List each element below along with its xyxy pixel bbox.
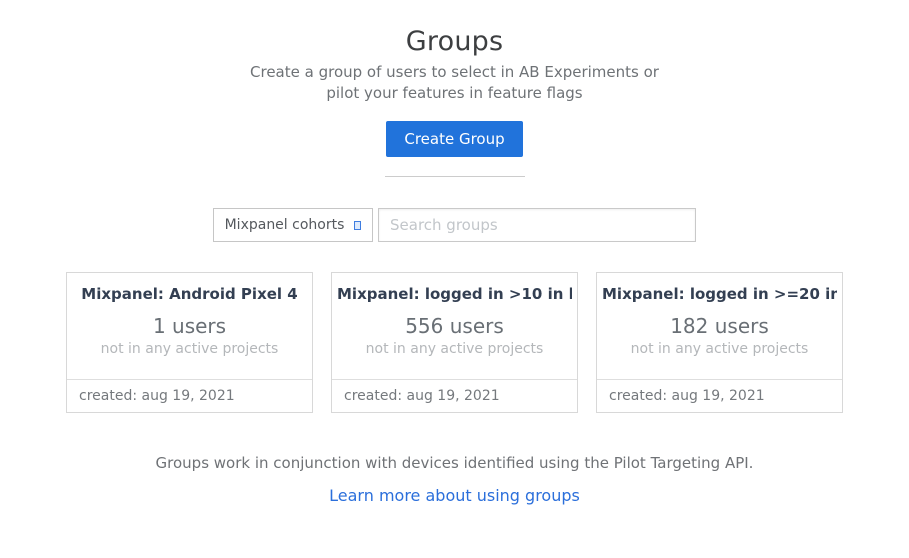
group-card-status: not in any active projects bbox=[631, 341, 809, 357]
group-card[interactable]: Mixpanel: Android Pixel 4 1 users not in… bbox=[66, 272, 313, 413]
learn-more-link[interactable]: Learn more about using groups bbox=[329, 486, 580, 505]
footer-info-text: Groups work in conjunction with devices … bbox=[156, 454, 754, 472]
cohort-dropdown-selected-label: Mixpanel cohorts bbox=[225, 217, 345, 233]
group-card-title: Mixpanel: logged in >10 in last 30 ... bbox=[337, 285, 572, 303]
group-card-user-count: 182 users bbox=[670, 314, 769, 338]
group-card-body: Mixpanel: logged in >10 in last 30 ... 5… bbox=[332, 273, 577, 379]
group-card-created-date: created: aug 19, 2021 bbox=[332, 379, 577, 412]
group-card-status: not in any active projects bbox=[366, 341, 544, 357]
header-divider bbox=[385, 176, 525, 177]
group-card-created-date: created: aug 19, 2021 bbox=[67, 379, 312, 412]
subtitle-line-2: pilot your features in feature flags bbox=[250, 83, 659, 104]
create-group-button[interactable]: Create Group bbox=[386, 121, 523, 157]
group-card-title: Mixpanel: logged in >=20 in last 30... bbox=[602, 285, 837, 303]
subtitle-line-1: Create a group of users to select in AB … bbox=[250, 62, 659, 83]
group-card-user-count: 1 users bbox=[153, 314, 226, 338]
group-card-title: Mixpanel: Android Pixel 4 bbox=[81, 285, 297, 303]
group-card[interactable]: Mixpanel: logged in >=20 in last 30... 1… bbox=[596, 272, 843, 413]
groups-page: Groups Create a group of users to select… bbox=[0, 0, 909, 558]
group-card-user-count: 556 users bbox=[405, 314, 504, 338]
group-card[interactable]: Mixpanel: logged in >10 in last 30 ... 5… bbox=[331, 272, 578, 413]
group-card-body: Mixpanel: Android Pixel 4 1 users not in… bbox=[67, 273, 312, 379]
controls-row: Mixpanel cohorts bbox=[213, 208, 696, 242]
search-groups-input[interactable] bbox=[378, 208, 696, 242]
group-card-status: not in any active projects bbox=[101, 341, 279, 357]
group-cards-row: Mixpanel: Android Pixel 4 1 users not in… bbox=[66, 272, 843, 413]
page-subtitle: Create a group of users to select in AB … bbox=[250, 62, 659, 104]
group-card-body: Mixpanel: logged in >=20 in last 30... 1… bbox=[597, 273, 842, 379]
dropdown-caret-icon bbox=[354, 221, 361, 230]
page-title: Groups bbox=[406, 26, 503, 57]
group-card-created-date: created: aug 19, 2021 bbox=[597, 379, 842, 412]
cohort-source-dropdown[interactable]: Mixpanel cohorts bbox=[213, 208, 373, 242]
